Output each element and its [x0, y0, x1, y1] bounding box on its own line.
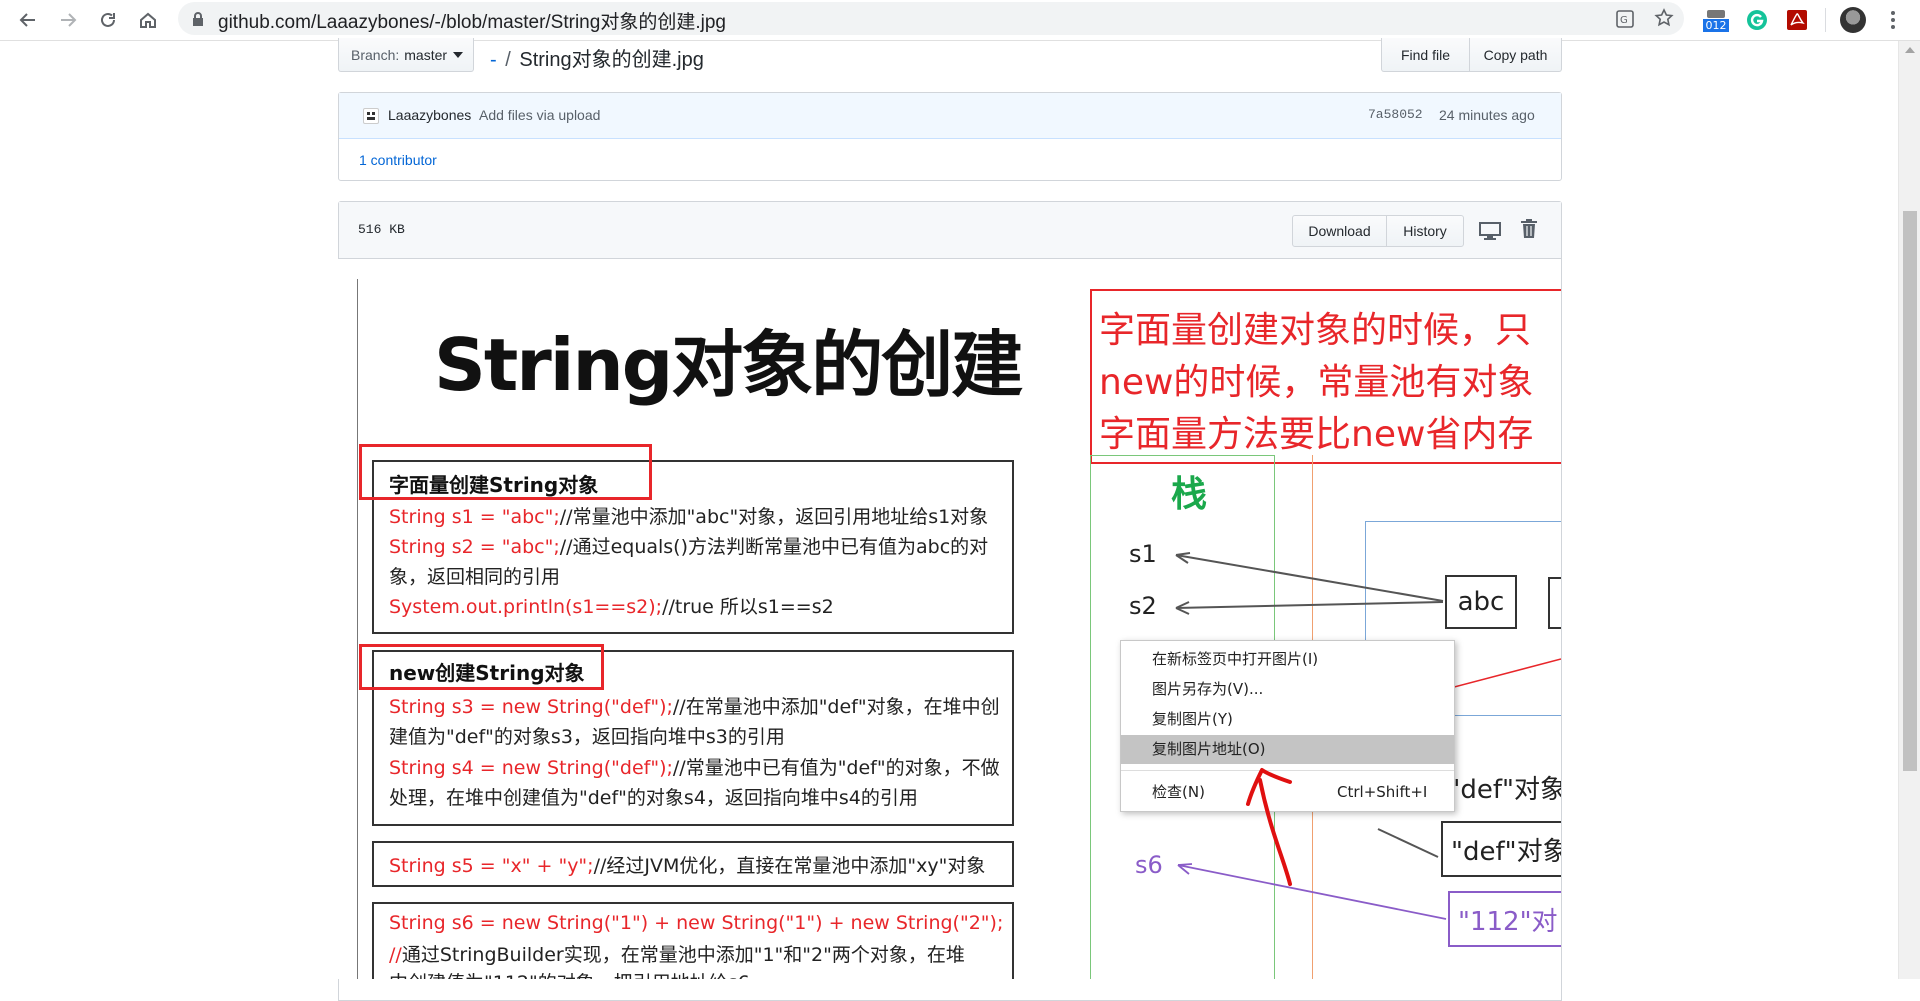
menu-inspect-shortcut: Ctrl+Shift+I [1337, 783, 1428, 801]
menu-inspect-label: 检查(N) [1152, 783, 1205, 801]
breadcrumb-file-name: String对象的创建.jpg [519, 49, 704, 71]
acrobat-icon [1787, 10, 1807, 30]
bookmark-star-icon[interactable] [1654, 8, 1674, 28]
sec2-line-1-comment: //在常量池中添加"def"对象，在堆中创 [672, 696, 1000, 718]
sec1-line-4: System.out.println(s1==s2);//true 所以s1==… [389, 592, 834, 619]
commit-author[interactable]: Laaazybones [388, 107, 471, 123]
back-arrow-icon [19, 13, 35, 27]
breadcrumb-separator: / [505, 49, 511, 71]
menu-open-image-new-tab[interactable]: 在新标签页中打开图片(I) [1121, 645, 1454, 674]
extension-button[interactable]: 012 [1703, 7, 1729, 33]
scroll-up-icon[interactable] [1905, 47, 1915, 53]
file-header: 516 KB Download History [339, 202, 1561, 259]
breadcrumb: - / String对象的创建.jpg [490, 43, 704, 72]
sec2-line-1-code: String s3 = new String("def"); [389, 696, 673, 718]
sec1-line-4-comment: //true 所以s1==s2 [662, 596, 834, 618]
profile-button[interactable] [1840, 7, 1866, 33]
sec2-line-3-comment: //常量池中已有值为"def"的对象，不做 [672, 757, 1000, 779]
browser-toolbar: G github.com/Laaazybones/-/blob/master/S… [0, 0, 1920, 41]
branch-label: Branch: [351, 46, 400, 63]
sec1-line-2: String s2 = "abc";//通过equals()方法判断常量池中已有… [389, 532, 988, 559]
branch-name: master [404, 46, 448, 63]
home-button[interactable] [134, 6, 162, 34]
author-avatar[interactable] [363, 108, 379, 124]
kebab-menu-icon [1891, 11, 1895, 29]
commit-message[interactable]: Add files via upload [479, 107, 600, 123]
sec1-line-3: 象，返回相同的引用 [389, 566, 561, 588]
sec1-line-1: String s1 = "abc";//常量池中添加"abc"对象，返回引用地址… [389, 502, 988, 529]
find-file-button[interactable]: Find file [1381, 38, 1470, 72]
avatar [1840, 7, 1866, 33]
grammarly-icon [1747, 10, 1767, 30]
download-button[interactable]: Download [1292, 215, 1387, 247]
commit-tease: Laaazybones Add files via upload 7a58052… [339, 93, 1561, 139]
sec1-line-1-code: String s1 = "abc"; [389, 506, 560, 528]
forward-button[interactable] [54, 6, 82, 34]
history-button[interactable]: History [1386, 215, 1464, 247]
translate-icon[interactable]: G [1615, 9, 1635, 29]
acrobat-button[interactable] [1784, 7, 1810, 33]
sec1-line-2-code: String s2 = "abc"; [389, 536, 560, 558]
sec4-line-2: //通过StringBuilder实现，在常量池中添加"1"和"2"两个对象，在… [389, 940, 965, 967]
sec1-line-4-code: System.out.println(s1==s2); [389, 596, 663, 618]
reload-icon [101, 12, 115, 27]
toolbar-divider [1825, 8, 1826, 32]
home-icon [140, 12, 156, 28]
page-scrollbar[interactable] [1898, 41, 1920, 979]
sec4-line-1: String s6 = new String("1") + new String… [389, 912, 1004, 934]
lock-icon [193, 12, 203, 26]
back-button[interactable] [14, 6, 42, 34]
sec1-line-2-comment: //通过equals()方法判断常量池中已有值为abc的对 [559, 536, 989, 558]
sec2-line-4: 处理，在堆中创建值为"def"的对象s4，返回指向堆中s4的引用 [389, 787, 918, 809]
trash-icon[interactable] [1521, 219, 1537, 239]
desktop-icon[interactable] [1479, 222, 1501, 240]
sec3-code: String s5 = "x" + "y"; [389, 855, 594, 877]
extension-badge: 012 [1703, 19, 1729, 32]
menu-save-image-as[interactable]: 图片另存为(V)... [1121, 675, 1454, 704]
menu-button[interactable] [1880, 7, 1906, 33]
sec3-line: String s5 = "x" + "y";//经过JVM优化，直接在常量池中添… [389, 851, 985, 878]
svg-text:G: G [1620, 15, 1628, 26]
sec2-line-2: 建值为"def"的对象s3，返回指向堆中s3的引用 [389, 726, 785, 748]
commit-box: Laaazybones Add files via upload 7a58052… [338, 92, 1562, 181]
menu-copy-image[interactable]: 复制图片(Y) [1121, 705, 1454, 734]
branch-select-button[interactable]: Branch: master [338, 38, 474, 72]
scrollbar-thumb[interactable] [1903, 211, 1917, 771]
file-image[interactable]: String对象的创建 字面量创建对象的时候，只 new的时候，常量池有对象 字… [338, 259, 1561, 979]
copy-path-button[interactable]: Copy path [1469, 38, 1562, 72]
url-text: github.com/Laaazybones/-/blob/master/Str… [218, 12, 726, 33]
breadcrumb-root-link[interactable]: - [490, 49, 497, 71]
sec4-line-3: 中创建值为"112"的对象，把引用地址给s6 [389, 968, 750, 979]
sec2-line-1: String s3 = new String("def");//在常量池中添加"… [389, 692, 1000, 719]
sec2-line-3-code: String s4 = new String("def"); [389, 757, 673, 779]
commit-sha[interactable]: 7a58052 [1368, 107, 1423, 122]
sec1-line-1-comment: //常量池中添加"abc"对象，返回引用地址给s1对象 [559, 506, 989, 528]
file-size: 516 KB [358, 222, 405, 237]
commit-time: 24 minutes ago [1439, 107, 1535, 123]
contributors-link[interactable]: 1 contributor [359, 152, 437, 168]
sec4-line-2-slashes: // [389, 944, 402, 966]
sec4-line-2-text: 通过StringBuilder实现，在常量池中添加"1"和"2"两个对象，在堆 [401, 944, 965, 966]
forward-arrow-icon [61, 13, 77, 27]
section-literal-title: 字面量创建String对象 [389, 473, 599, 497]
extension-icon: 012 [1703, 8, 1729, 32]
section-new-title: new创建String对象 [389, 661, 585, 685]
grammarly-button[interactable] [1744, 7, 1770, 33]
sec2-line-3: String s4 = new String("def");//常量池中已有值为… [389, 753, 1000, 780]
reload-button[interactable] [94, 6, 122, 34]
caret-down-icon [453, 51, 464, 58]
sec3-comment: //经过JVM优化，直接在常量池中添加"xy"对象 [593, 855, 986, 877]
annotation-arrow-icon [1246, 768, 1292, 886]
